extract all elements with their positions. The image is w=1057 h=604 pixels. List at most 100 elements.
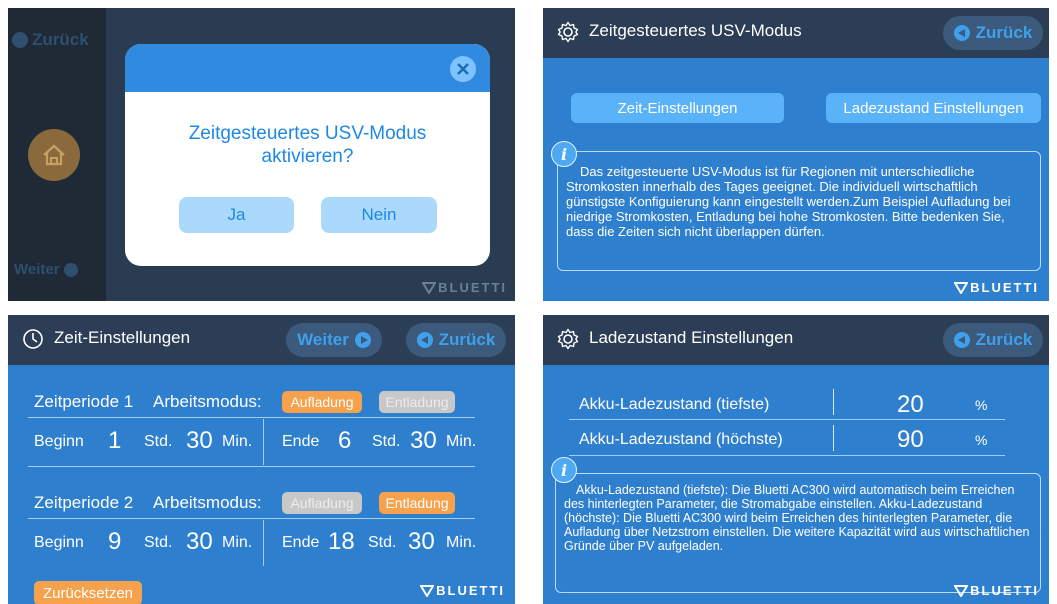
ups-mode-screen: Zeitgesteuertes USV-Modus Zurück Zeit-Ei… [543,8,1049,301]
charge-level-screen: Ladezustand Einstellungen Zurück Akku-La… [543,315,1049,604]
column-divider [833,389,834,415]
mode-label: Arbeitsmodus: [153,392,262,411]
end-hour[interactable]: 18 [328,528,355,556]
logo: BLUETTI [422,280,507,295]
min-charge-value[interactable]: 20 [897,391,924,419]
minute-unit: Min. [446,534,477,551]
back-arrow-icon [953,25,970,41]
begin-label: Beginn [34,534,84,551]
divider [28,466,475,467]
period-label: Zeitperiode 2 [34,493,134,512]
minute-unit: Min. [222,433,253,450]
back-arrow-icon [416,332,433,348]
back-label: Zurück [975,23,1033,42]
gear-icon [557,21,579,43]
brand-name: BLUETTI [970,583,1039,598]
header-bar: Ladezustand Einstellungen Zurück [543,315,1049,365]
minute-unit: Min. [222,534,253,551]
max-charge-value[interactable]: 90 [897,426,924,454]
bluetti-logo-icon [954,584,969,597]
min-charge-label: Akku-Ladezustand (tiefste) [579,396,770,413]
back-button[interactable]: Zurück [943,323,1043,357]
header-bar: Zeitgesteuertes USV-Modus Zurück [543,8,1049,58]
end-minute[interactable]: 30 [408,528,435,556]
back-label: Zurück [438,330,496,349]
page-title: Ladezustand Einstellungen [589,328,794,347]
discharge-mode-button[interactable]: Entladung [379,492,455,514]
charge-mode-button[interactable]: Aufladung [282,492,362,514]
content-area: Akku-Ladezustand (tiefste) 20 % Akku-Lad… [543,365,1049,604]
hour-unit: Std. [372,433,401,450]
close-button[interactable] [450,56,476,82]
end-label: Ende [282,433,320,450]
charge-mode-button[interactable]: Aufladung [282,391,362,413]
end-hour[interactable]: 6 [338,427,351,455]
next-label: Weiter [14,261,60,278]
info-text: Akku-Ladezustand (tiefste): Die Bluetti … [564,483,1030,553]
begin-hour[interactable]: 9 [108,528,121,556]
brand-name: BLUETTI [970,280,1039,295]
logo: BLUETTI [954,280,1039,295]
page-title: Zeitgesteuertes USV-Modus [589,21,802,40]
confirm-dialog-screen: Zurück Weiter BLUETTI Zeitgesteuertes US… [8,8,515,301]
period-label: Zeitperiode 1 [34,392,134,411]
info-text: Das zeitgesteuerte USV-Modus ist für Reg… [566,164,1011,239]
next-button[interactable]: Weiter [14,261,78,278]
content-area: Zeit-Einstellungen Ladezustand Einstellu… [543,58,1049,301]
time-settings-screen: Zeit-Einstellungen Weiter Zurück Zeitper… [8,315,515,604]
end-minute[interactable]: 30 [410,427,437,455]
dialog-header [125,44,490,92]
info-box: Akku-Ladezustand (tiefste): Die Bluetti … [555,473,1041,593]
bluetti-logo-icon [420,584,435,597]
no-button[interactable]: Nein [321,197,437,233]
clock-icon [23,329,43,349]
column-divider [833,425,834,451]
discharge-mode-button[interactable]: Entladung [379,391,455,413]
page-title: Zeit-Einstellungen [54,328,191,347]
divider [569,455,1005,456]
next-button[interactable]: Weiter [286,323,382,357]
time-settings-button[interactable]: Zeit-Einstellungen [571,93,784,123]
yes-button[interactable]: Ja [179,197,294,233]
back-button[interactable]: Zurück [12,30,89,50]
logo: BLUETTI [954,583,1039,598]
home-icon [43,144,65,166]
begin-label: Beginn [34,433,84,450]
bluetti-logo-icon [422,281,437,294]
charge-settings-button[interactable]: Ladezustand Einstellungen [826,93,1041,123]
dialog-message: Zeitgesteuertes USV-Modus aktivieren? [188,123,427,167]
header-bar: Zeit-Einstellungen Weiter Zurück [8,315,515,365]
max-charge-label: Akku-Ladezustand (höchste) [579,431,783,448]
next-arrow-icon [63,262,78,277]
column-divider [263,520,264,566]
percent-unit: % [975,432,988,448]
brand-name: BLUETTI [436,583,505,598]
end-label: Ende [282,534,320,551]
back-label: Zurück [32,30,89,49]
back-label: Zurück [975,330,1033,349]
logo: BLUETTI [420,583,505,598]
begin-minute[interactable]: 30 [186,528,213,556]
divider [28,417,475,418]
divider [28,518,475,519]
reset-button[interactable]: Zurücksetzen [34,581,142,604]
divider [569,419,1005,420]
hour-unit: Std. [144,433,173,450]
next-arrow-icon [354,332,371,348]
confirm-dialog: Zeitgesteuertes USV-Modus aktivieren? Ja… [125,44,490,266]
back-button[interactable]: Zurück [943,16,1043,50]
close-icon [457,63,469,75]
hour-unit: Std. [368,534,397,551]
next-label: Weiter [297,330,349,349]
back-button[interactable]: Zurück [406,323,506,357]
home-button[interactable] [28,129,80,181]
percent-unit: % [975,397,988,413]
mode-label: Arbeitsmodus: [153,493,262,512]
info-icon: i [551,457,577,483]
back-arrow-icon [953,332,970,348]
bluetti-logo-icon [954,281,969,294]
gear-icon [557,328,579,350]
begin-minute[interactable]: 30 [186,427,213,455]
back-arrow-icon [12,32,28,48]
begin-hour[interactable]: 1 [108,427,121,455]
